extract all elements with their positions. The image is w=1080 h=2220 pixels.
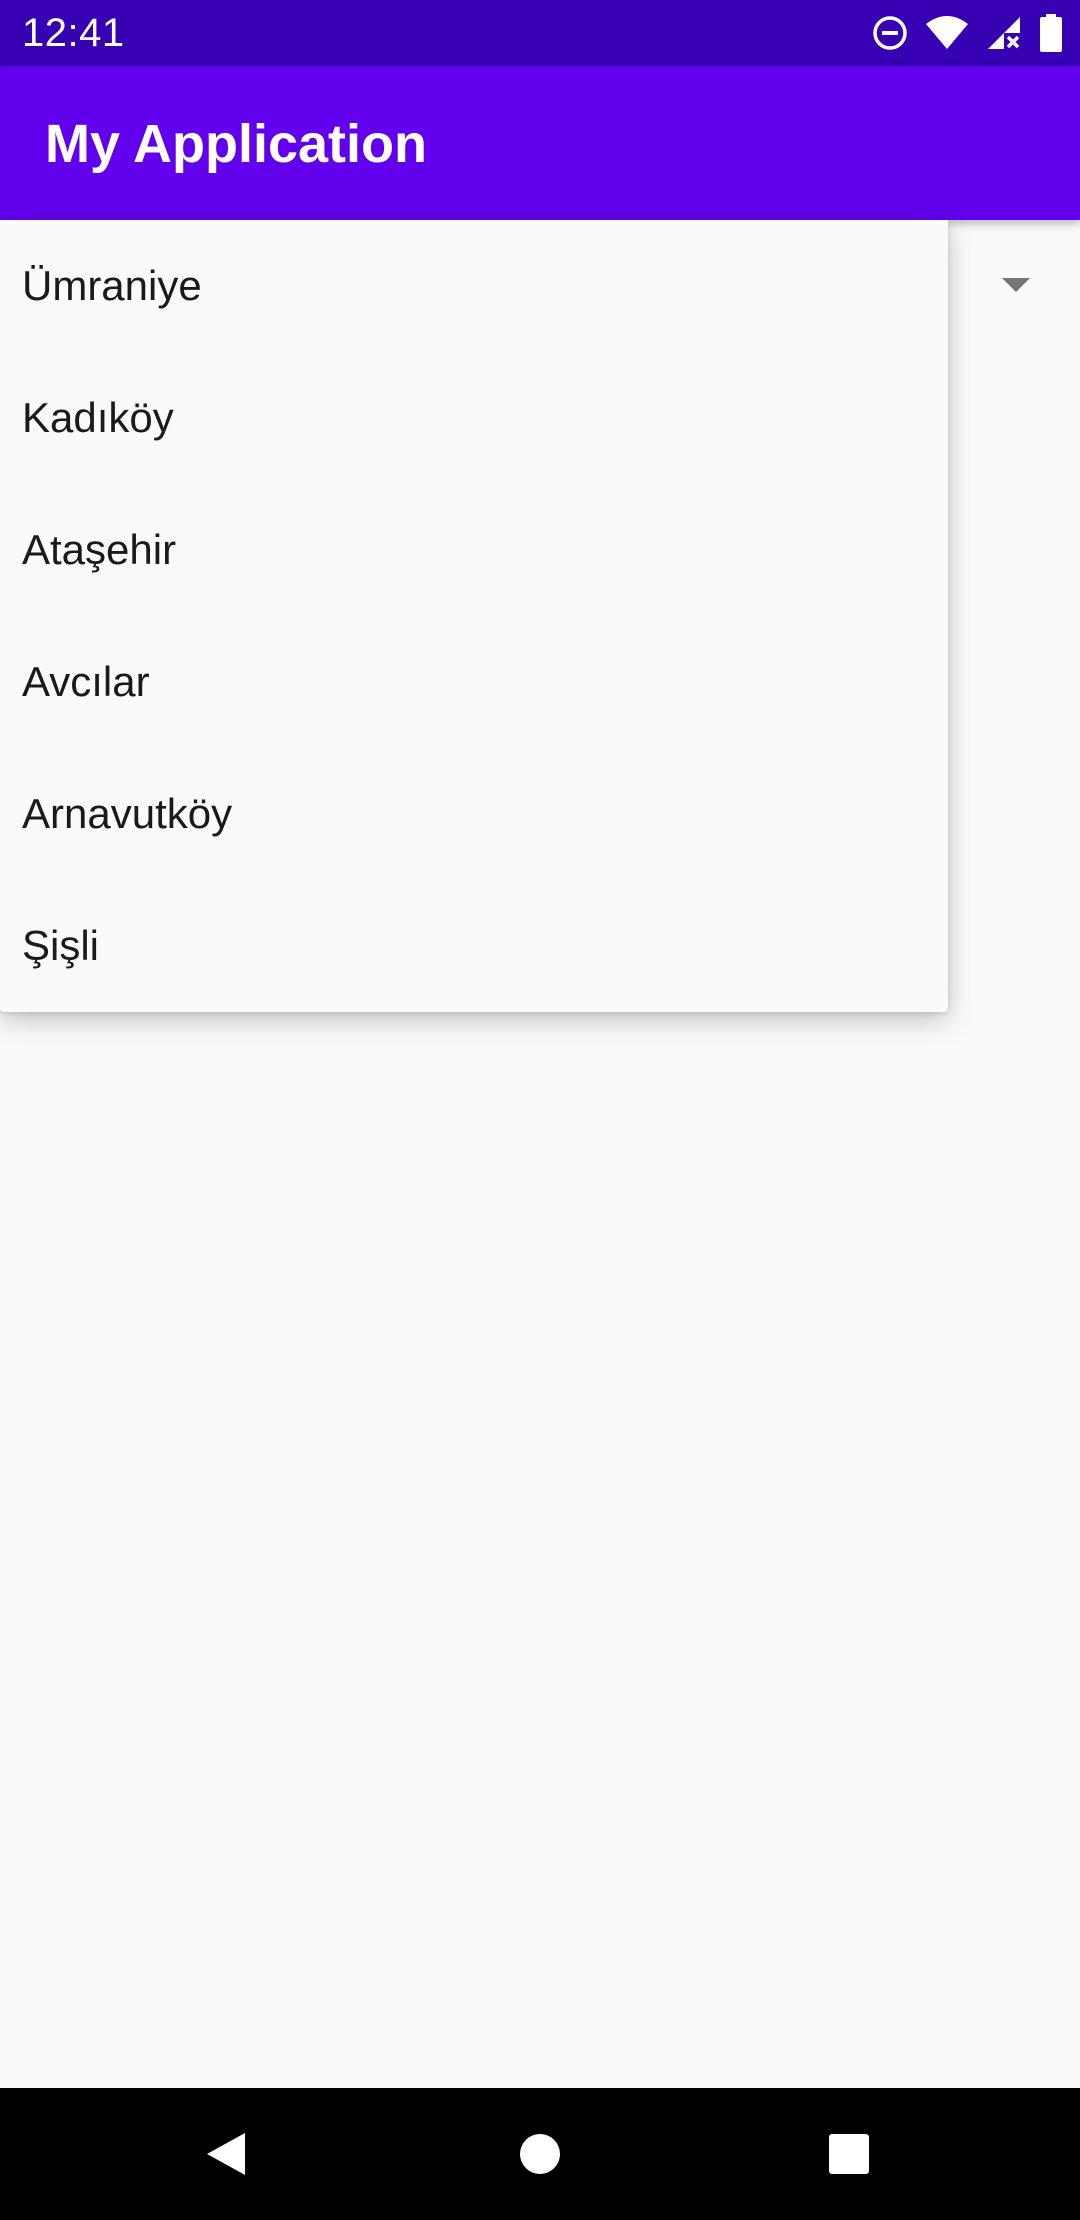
dropdown-item-avcilar[interactable]: Avcılar	[0, 616, 948, 748]
do-not-disturb-icon	[872, 15, 908, 51]
dropdown-item-sisli[interactable]: Şişli	[0, 880, 948, 1012]
dropdown-item-arnavutkoy[interactable]: Arnavutköy	[0, 748, 948, 880]
dropdown-item-atasehir[interactable]: Ataşehir	[0, 484, 948, 616]
dropdown-arrow-icon[interactable]	[1002, 278, 1030, 292]
status-icons	[872, 12, 1062, 54]
recents-icon[interactable]	[824, 2129, 874, 2179]
home-icon[interactable]	[515, 2129, 565, 2179]
dropdown-item-umraniye[interactable]: Ümraniye	[0, 220, 948, 352]
dropdown-item-label: Arnavutköy	[22, 790, 233, 837]
dropdown-popup: Ümraniye Kadıköy Ataşehir Avcılar Arnavu…	[0, 220, 948, 1012]
dropdown-item-label: Şişli	[22, 922, 100, 969]
app-title: My Application	[45, 114, 428, 174]
dropdown-item-label: Kadıköy	[22, 394, 174, 441]
dropdown-item-kadikoy[interactable]: Kadıköy	[0, 352, 948, 484]
dropdown-item-label: Ümraniye	[22, 262, 202, 309]
dropdown-item-label: Ataşehir	[22, 526, 177, 573]
status-time: 12:41	[22, 11, 125, 55]
app-bar: My Application	[0, 66, 1080, 220]
wifi-icon	[926, 16, 968, 50]
status-bar: 12:41	[0, 0, 1080, 66]
navigation-bar	[0, 2088, 1080, 2220]
signal-no-data-icon	[986, 15, 1022, 51]
back-icon[interactable]	[203, 2129, 253, 2179]
battery-icon	[1040, 14, 1062, 52]
dropdown-item-label: Avcılar	[22, 658, 150, 705]
